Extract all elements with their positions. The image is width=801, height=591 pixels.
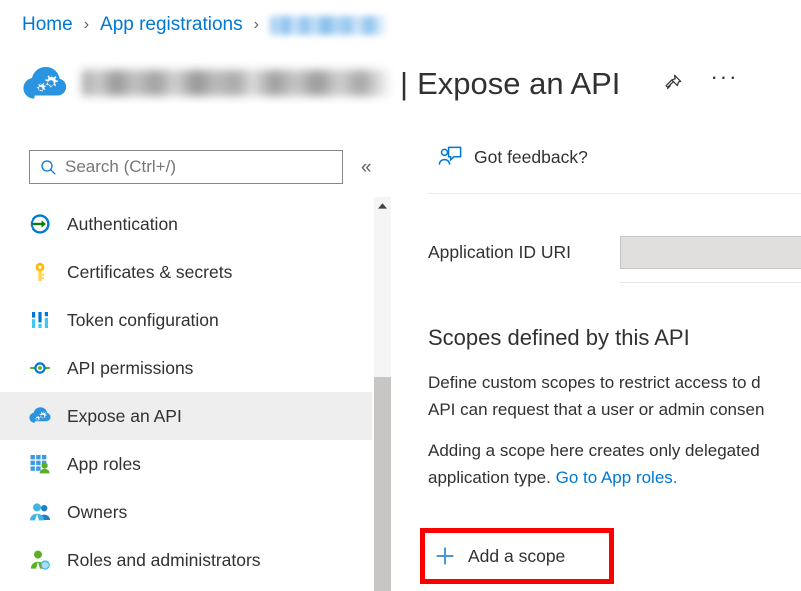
breadcrumb-item-home[interactable]: Home <box>22 13 73 37</box>
sidebar-item-roles-and-administrators[interactable]: Roles and administrators <box>0 536 372 584</box>
scopes-description-line-1: Define custom scopes to restrict access … <box>428 369 801 396</box>
sidebar-item-label: Owners <box>67 502 127 523</box>
breadcrumb-item-current-redacted[interactable] <box>270 16 388 35</box>
search-box[interactable] <box>29 150 343 184</box>
sidebar-item-label: API permissions <box>67 358 193 379</box>
scroll-up-arrow-icon[interactable] <box>374 197 391 214</box>
go-to-app-roles-link[interactable]: Go to App roles. <box>556 468 678 487</box>
pin-icon[interactable] <box>658 68 688 98</box>
api-permissions-icon <box>29 357 51 379</box>
sidebar-item-certificates-secrets[interactable]: Certificates & secrets <box>0 248 372 296</box>
scopes-description-line-2: API can request that a user or admin con… <box>428 396 801 423</box>
search-input[interactable] <box>65 157 334 177</box>
application-id-uri-underline <box>620 282 801 283</box>
owners-icon <box>29 501 51 523</box>
content-divider <box>428 193 801 194</box>
azure-portal-page: Home › App registrations › | Expose an A… <box>0 0 801 591</box>
breadcrumb-separator: › <box>84 13 89 37</box>
application-id-uri-label: Application ID URI <box>428 242 620 263</box>
sidebar-item-label: Token configuration <box>67 310 219 331</box>
page-title-separator: | <box>400 68 408 99</box>
main-content: Got feedback? Application ID URI Scopes … <box>410 132 801 591</box>
application-id-uri-field[interactable] <box>620 236 801 269</box>
sidebar-item-owners[interactable]: Owners <box>0 488 372 536</box>
search-icon <box>40 159 57 176</box>
scopes-section-title: Scopes defined by this API <box>428 325 690 351</box>
scopes-note-line-1: Adding a scope here creates only delegat… <box>428 437 801 464</box>
key-icon <box>29 261 51 283</box>
sidebar-item-api-permissions[interactable]: API permissions <box>0 344 372 392</box>
page-header: | Expose an API ··· <box>22 57 740 109</box>
application-id-uri-row: Application ID URI <box>428 236 801 269</box>
sidebar-search-row: « <box>29 150 372 184</box>
panel-divider <box>391 132 392 591</box>
sidebar-scrollbar[interactable] <box>374 197 391 591</box>
sidebar-item-token-configuration[interactable]: Token configuration <box>0 296 372 344</box>
breadcrumb: Home › App registrations › <box>22 13 388 37</box>
sidebar-item-label: Certificates & secrets <box>67 262 232 283</box>
scopes-note-prefix: application type. <box>428 468 556 487</box>
scopes-note-line-2: application type. Go to App roles. <box>428 464 801 491</box>
sidebar-item-app-roles[interactable]: App roles <box>0 440 372 488</box>
app-roles-icon <box>29 453 51 475</box>
annotation-highlight-box <box>420 528 614 584</box>
page-title-app-name-redacted <box>82 70 392 96</box>
cloud-gears-icon <box>22 62 68 104</box>
scopes-note: Adding a scope here creates only delegat… <box>428 437 801 491</box>
scrollbar-thumb[interactable] <box>374 377 391 591</box>
scopes-description: Define custom scopes to restrict access … <box>428 369 801 423</box>
got-feedback-button[interactable]: Got feedback? <box>438 146 588 168</box>
sidebar: « Authentication <box>0 132 372 591</box>
got-feedback-label: Got feedback? <box>474 147 588 168</box>
breadcrumb-separator: › <box>254 13 259 37</box>
collapse-sidebar-icon[interactable]: « <box>361 158 372 177</box>
feedback-person-icon <box>438 146 462 168</box>
sidebar-item-label: Authentication <box>67 214 178 235</box>
breadcrumb-item-app-registrations[interactable]: App registrations <box>100 13 243 37</box>
sidebar-item-label: Expose an API <box>67 406 182 427</box>
more-options-icon[interactable]: ··· <box>708 68 740 98</box>
sidebar-item-label: App roles <box>67 454 141 475</box>
page-header-actions: ··· <box>658 68 740 98</box>
token-bars-icon <box>29 309 51 331</box>
sidebar-nav-list: Authentication Certificates & secrets <box>0 200 372 584</box>
sidebar-item-label: Roles and administrators <box>67 550 261 571</box>
page-title: Expose an API <box>417 68 620 99</box>
sidebar-item-authentication[interactable]: Authentication <box>0 200 372 248</box>
roles-admins-icon <box>29 549 51 571</box>
cloud-gears-icon <box>29 405 51 427</box>
sidebar-item-expose-an-api[interactable]: Expose an API <box>0 392 372 440</box>
authentication-icon <box>29 213 51 235</box>
